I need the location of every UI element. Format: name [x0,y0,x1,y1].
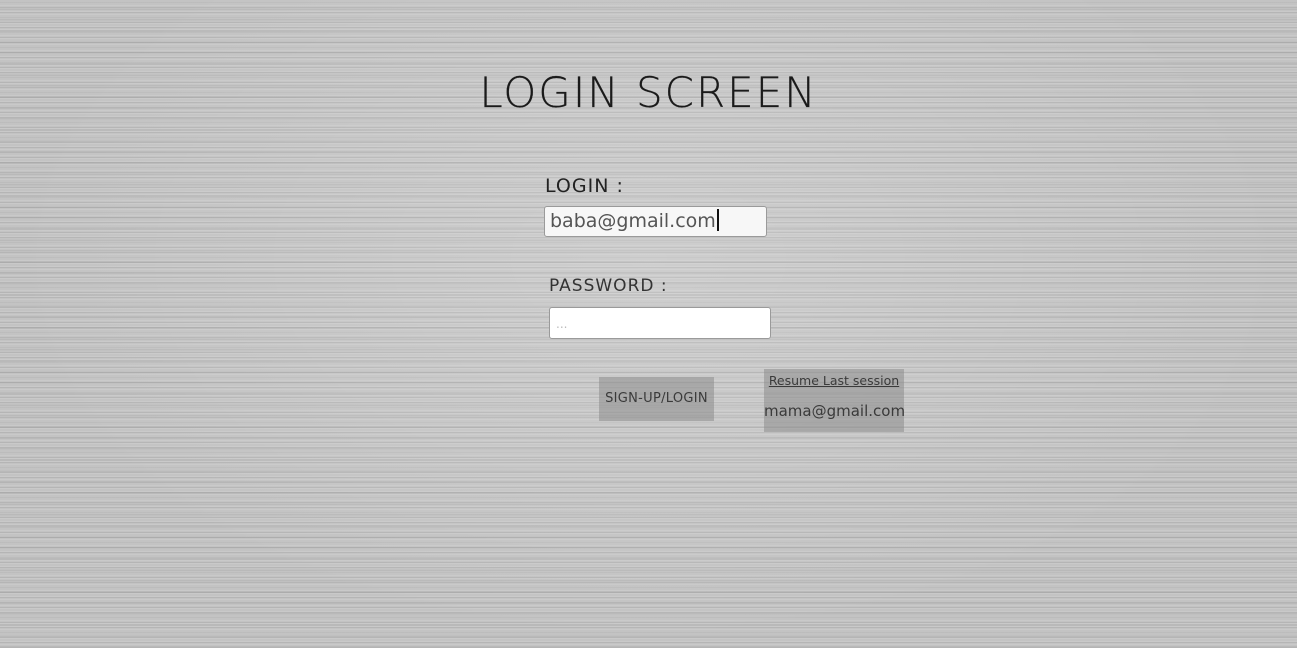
resume-session-button[interactable]: Resume Last session mama@gmail.com [764,369,906,432]
page-title: LOGIN SCREEN [479,68,818,117]
password-label: PASSWORD : [549,276,668,296]
signup-login-button[interactable]: SIGN-UP/LOGIN [599,377,714,421]
password-field[interactable]: ... [549,307,771,339]
login-label: LOGIN : [545,175,624,197]
login-email-field[interactable]: baba@gmail.com [544,206,767,237]
text-caret [716,209,719,231]
resume-session-title[interactable]: Resume Last session [764,373,904,388]
resume-session-email: mama@gmail.com [764,402,906,420]
login-email-value: baba@gmail.com [550,210,716,232]
password-placeholder: ... [556,317,568,331]
